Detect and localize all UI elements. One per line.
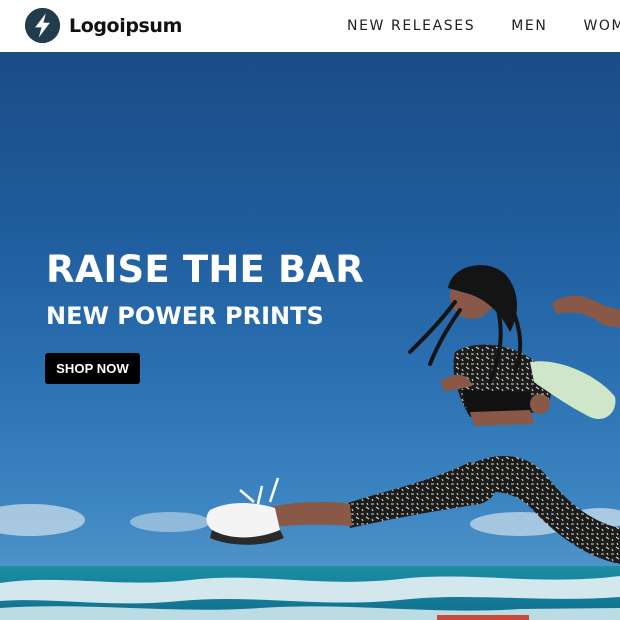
bolt-icon <box>24 7 61 44</box>
nav-women[interactable]: WOMEN <box>583 18 620 34</box>
nav-new-releases[interactable]: NEW RELEASES <box>347 18 475 34</box>
hero-image <box>0 265 620 620</box>
shop-now-button[interactable]: SHOP NOW <box>45 353 140 384</box>
main-nav: NEW RELEASES MEN WOMEN <box>347 0 620 52</box>
hero-title: RAISE THE BAR <box>46 248 364 291</box>
hero-banner: RAISE THE BAR NEW POWER PRINTS SHOP NOW <box>0 52 620 620</box>
logo-link[interactable]: Logoipsum <box>24 7 182 44</box>
nav-men[interactable]: MEN <box>511 18 547 34</box>
hero-subtitle: NEW POWER PRINTS <box>46 302 324 330</box>
site-header: Logoipsum NEW RELEASES MEN WOMEN <box>0 0 620 52</box>
logo-text: Logoipsum <box>69 14 182 37</box>
